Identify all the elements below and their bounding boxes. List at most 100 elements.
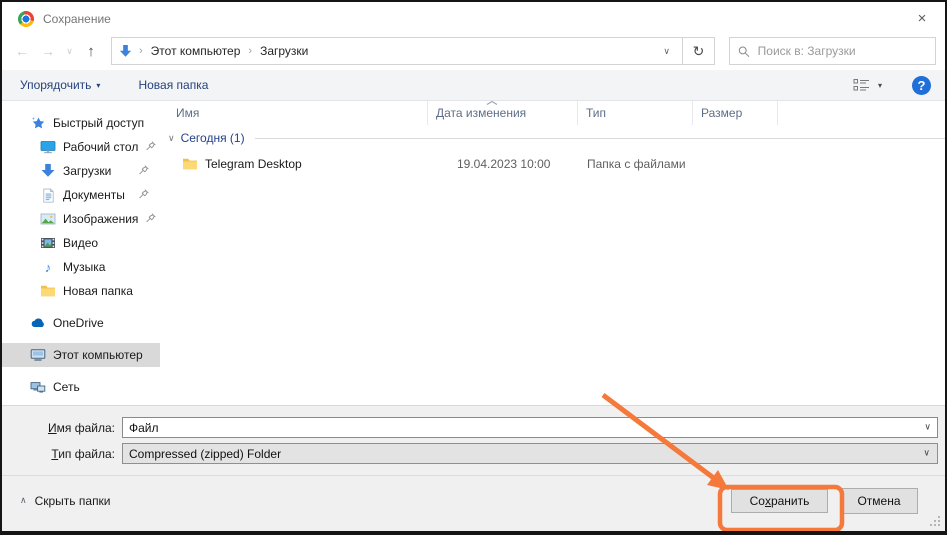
titlebar: Сохранение × bbox=[2, 2, 945, 35]
breadcrumb-separator: › bbox=[139, 45, 143, 57]
fields-section: Имя файла: ∨ Тип файла: Compressed (zipp… bbox=[2, 405, 945, 475]
filename-row: Имя файла: ∨ bbox=[2, 417, 938, 438]
filetype-value: Compressed (zipped) Folder bbox=[129, 447, 281, 461]
save-label-pre: Со bbox=[750, 494, 765, 508]
sidebar-item-documents[interactable]: Документы bbox=[2, 183, 160, 207]
file-name: Telegram Desktop bbox=[205, 157, 302, 171]
chevron-down-icon: ∨ bbox=[168, 133, 175, 144]
chevron-down-icon: ∨ bbox=[923, 447, 930, 458]
file-list-area: Имя Дата изменения Тип Размер ∨ Сегодня … bbox=[160, 101, 945, 405]
sidebar-item-label: Документы bbox=[63, 188, 125, 202]
search-input[interactable] bbox=[758, 44, 927, 58]
refresh-icon[interactable]: ↻ bbox=[683, 37, 715, 65]
address-bar-wrap: › Этот компьютер › Загрузки ∨ ↻ bbox=[111, 37, 715, 65]
history-dropdown-icon[interactable]: ∨ bbox=[62, 46, 77, 57]
sidebar-item-label: Изображения bbox=[63, 212, 138, 226]
sidebar-item-label: Быстрый доступ bbox=[53, 116, 144, 130]
group-label: Сегодня (1) bbox=[181, 131, 245, 145]
sidebar-item-music[interactable]: ♪ Музыка bbox=[2, 255, 160, 279]
column-header-date-label: Дата изменения bbox=[436, 106, 526, 120]
view-dropdown-icon[interactable]: ▾ bbox=[878, 81, 882, 90]
filetype-label-rest: ип файла: bbox=[58, 447, 115, 461]
video-icon bbox=[40, 235, 56, 251]
chevron-up-icon: ∧ bbox=[20, 495, 27, 506]
music-note-icon: ♪ bbox=[40, 259, 56, 275]
sidebar-item-desktop[interactable]: Рабочий стол bbox=[2, 135, 160, 159]
breadcrumb-this-pc[interactable]: Этот компьютер bbox=[149, 44, 243, 58]
filename-input[interactable] bbox=[122, 417, 938, 438]
save-button[interactable]: Сохранить bbox=[731, 489, 828, 513]
folder-icon bbox=[40, 283, 56, 299]
sidebar-item-label: Музыка bbox=[63, 260, 105, 274]
column-header-date[interactable]: Дата изменения bbox=[427, 101, 577, 125]
cancel-button[interactable]: Отмена bbox=[840, 488, 918, 514]
main-content: Быстрый доступ Рабочий стол Загрузки Док… bbox=[2, 101, 945, 405]
breadcrumb-downloads[interactable]: Загрузки bbox=[258, 44, 310, 58]
sidebar-item-onedrive[interactable]: OneDrive bbox=[2, 311, 160, 335]
sidebar-item-label: Этот компьютер bbox=[53, 348, 143, 362]
address-bar[interactable]: › Этот компьютер › Загрузки ∨ bbox=[111, 37, 683, 65]
help-icon[interactable]: ? bbox=[912, 76, 931, 95]
file-name-cell: Telegram Desktop bbox=[160, 156, 427, 172]
column-header-size[interactable]: Размер bbox=[692, 101, 778, 125]
sidebar-item-pictures[interactable]: Изображения bbox=[2, 207, 160, 231]
navigation-bar: ← → ∨ ↑ › Этот компьютер › Загрузки ∨ ↻ bbox=[2, 35, 945, 70]
onedrive-cloud-icon bbox=[30, 315, 46, 331]
sidebar-item-label: Загрузки bbox=[63, 164, 111, 178]
file-row-telegram-desktop[interactable]: Telegram Desktop 19.04.2023 10:00 Папка … bbox=[160, 151, 945, 177]
search-icon bbox=[738, 45, 750, 58]
downloads-arrow-icon bbox=[40, 163, 56, 179]
file-type: Папка с файлами bbox=[577, 157, 692, 171]
organize-button[interactable]: Упорядочить ▾ bbox=[20, 78, 100, 92]
sidebar-item-downloads[interactable]: Загрузки bbox=[2, 159, 160, 183]
resize-grip[interactable] bbox=[930, 516, 941, 527]
sidebar-item-network[interactable]: Сеть bbox=[2, 375, 160, 399]
hide-folders-label: Скрыть папки bbox=[35, 494, 111, 508]
forward-icon[interactable]: → bbox=[36, 43, 60, 59]
quick-access-star-icon bbox=[30, 115, 46, 131]
close-icon[interactable]: × bbox=[909, 10, 935, 27]
filetype-label: Тип файла: bbox=[2, 447, 122, 461]
new-folder-button[interactable]: Новая папка bbox=[138, 78, 208, 92]
details-view-icon[interactable] bbox=[853, 78, 870, 93]
sidebar-item-videos[interactable]: Видео bbox=[2, 231, 160, 255]
network-icon bbox=[30, 379, 46, 395]
chevron-down-icon: ▾ bbox=[96, 81, 100, 90]
sidebar-item-quick-access[interactable]: Быстрый доступ bbox=[2, 111, 160, 135]
filename-field-wrap: ∨ bbox=[122, 417, 938, 438]
filename-label-accel: И bbox=[48, 421, 57, 435]
pin-icon bbox=[145, 140, 157, 155]
filename-label-rest: мя файла: bbox=[57, 421, 115, 435]
sidebar-item-new-folder[interactable]: Новая папка bbox=[2, 279, 160, 303]
cancel-label: Отмена bbox=[857, 494, 900, 508]
sidebar-item-this-pc[interactable]: Этот компьютер bbox=[2, 343, 160, 367]
footer-buttons: Сохранить Отмена bbox=[731, 488, 918, 514]
chevron-down-icon[interactable]: ∨ bbox=[924, 421, 931, 432]
filename-label: Имя файла: bbox=[2, 421, 122, 435]
window-title: Сохранение bbox=[43, 12, 111, 26]
group-header-today[interactable]: ∨ Сегодня (1) bbox=[160, 125, 945, 151]
filetype-select[interactable]: Compressed (zipped) Folder ∨ bbox=[122, 443, 938, 464]
file-date: 19.04.2023 10:00 bbox=[427, 157, 577, 171]
column-header-name[interactable]: Имя bbox=[160, 101, 427, 125]
hide-folders-button[interactable]: ∧ Скрыть папки bbox=[20, 494, 111, 508]
pin-icon bbox=[138, 188, 150, 203]
sidebar-item-label: Рабочий стол bbox=[63, 140, 138, 154]
search-box[interactable] bbox=[729, 37, 936, 65]
breadcrumb-separator: › bbox=[248, 45, 252, 57]
folder-icon bbox=[182, 156, 198, 172]
back-icon[interactable]: ← bbox=[10, 43, 34, 59]
sidebar-item-label: OneDrive bbox=[53, 316, 104, 330]
pin-icon bbox=[145, 212, 157, 227]
organize-label: Упорядочить bbox=[20, 78, 91, 92]
column-header-type[interactable]: Тип bbox=[577, 101, 692, 125]
this-pc-icon bbox=[30, 347, 46, 363]
footer: ∧ Скрыть папки Сохранить Отмена bbox=[2, 475, 945, 531]
chrome-icon bbox=[18, 11, 34, 27]
address-dropdown-icon[interactable]: ∨ bbox=[655, 46, 678, 57]
group-divider bbox=[255, 138, 945, 139]
sidebar-item-label: Сеть bbox=[53, 380, 80, 394]
filetype-row: Тип файла: Compressed (zipped) Folder ∨ bbox=[2, 443, 938, 464]
up-icon[interactable]: ↑ bbox=[79, 43, 103, 60]
sidebar: Быстрый доступ Рабочий стол Загрузки Док… bbox=[2, 101, 160, 405]
